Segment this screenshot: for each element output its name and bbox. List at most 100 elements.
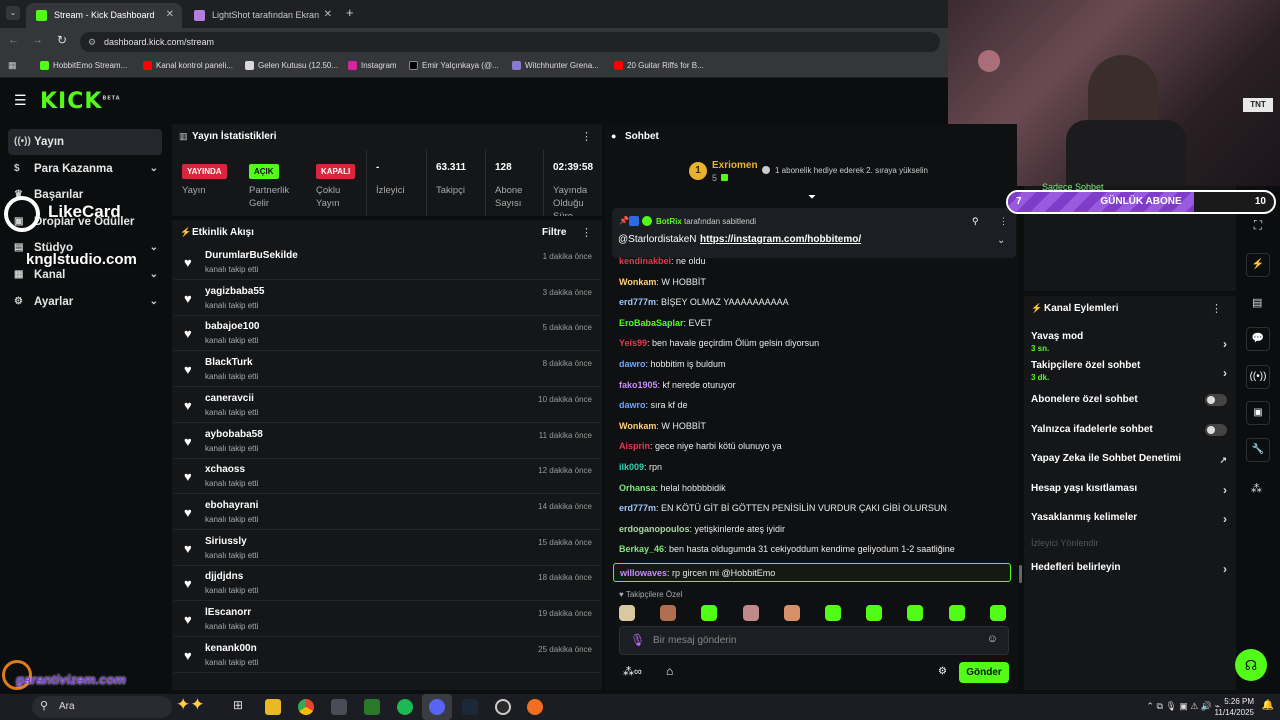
leader-name[interactable]: Exriomen: [712, 160, 758, 171]
emote-icon[interactable]: [701, 605, 718, 621]
bookmark-hobbitemo[interactable]: HobbitEmo Stream...: [40, 61, 127, 70]
emote-icon[interactable]: [907, 605, 924, 621]
more-options-icon[interactable]: ⋮: [581, 130, 592, 143]
reload-icon[interactable]: ↻: [57, 33, 67, 47]
activity-username[interactable]: babajoe100: [205, 321, 259, 332]
file-explorer-icon[interactable]: [265, 699, 281, 715]
chat-rail-icon[interactable]: 💬: [1246, 327, 1270, 351]
chat-username[interactable]: Wonkam: [619, 277, 656, 287]
fullscreen-icon[interactable]: ⛶: [1244, 218, 1272, 233]
chat-username[interactable]: kendinakbei: [619, 256, 671, 266]
community-icon[interactable]: ⁂: [1251, 482, 1262, 495]
tray-icons[interactable]: ⌃ ⧉ 🎙 ▣ ⚠ 🔊 ⌁: [1146, 701, 1220, 712]
chat-username[interactable]: Orhansa: [619, 483, 656, 493]
activity-row[interactable]: ♥ yagizbaba55 kanalı takip etti 3 dakika ön…: [174, 281, 600, 316]
bookmark-kanal[interactable]: Kanal kontrol paneli...: [143, 61, 233, 70]
channel-action-item[interactable]: Hedefleri belirleyin ›: [1031, 562, 1231, 576]
collapse-icon[interactable]: ⏷: [808, 192, 816, 203]
channel-action-item[interactable]: Abonelere özel sohbet: [1031, 394, 1231, 406]
quick-action-icon[interactable]: ⚡: [1246, 253, 1270, 277]
emote-icon[interactable]: [783, 605, 800, 621]
toggle-switch[interactable]: [1205, 424, 1227, 436]
activity-username[interactable]: yagizbaba55: [205, 286, 264, 297]
chat-username[interactable]: Wonkam: [619, 421, 656, 431]
activity-row[interactable]: ♥ babajoe100 kanalı takip etti 5 dakika önc…: [174, 316, 600, 352]
bookmark-guitar[interactable]: 20 Guitar Riffs for B...: [614, 61, 704, 70]
chat-username[interactable]: fako1905: [619, 380, 658, 390]
chat-scrollbar[interactable]: [1019, 565, 1022, 583]
activity-username[interactable]: Siriussly: [205, 536, 247, 547]
notes-icon[interactable]: ▤: [1252, 296, 1262, 309]
chat-input[interactable]: 🎙 Bir mesaj gönderin ☺: [619, 626, 1009, 655]
obs-icon[interactable]: [495, 699, 511, 715]
activity-row[interactable]: ♥ DurumlarBuSekilde kanalı takip etti 1 dak…: [174, 245, 600, 280]
store-icon[interactable]: ⌂: [666, 664, 673, 678]
site-info-icon[interactable]: ⚙: [88, 32, 96, 52]
more-options-icon[interactable]: ⋮: [581, 226, 592, 239]
bookmark-instagram[interactable]: Instagram: [348, 61, 397, 70]
chat-username[interactable]: erd777m: [619, 503, 656, 513]
bookmark-emir[interactable]: Emir Yalçınkaya (@...: [409, 61, 499, 70]
layout-rail-icon[interactable]: ▣: [1246, 401, 1270, 425]
activity-username[interactable]: BlackTurk: [205, 357, 253, 368]
tab-kick-dashboard[interactable]: Stream - Kick Dashboard ✕: [26, 3, 182, 28]
activity-username[interactable]: lEscanorr: [205, 607, 251, 618]
chat-username[interactable]: erdoganopoulos: [619, 524, 690, 534]
close-tab-icon[interactable]: ✕: [166, 3, 174, 27]
back-icon[interactable]: ←: [8, 34, 19, 46]
more-options-icon[interactable]: ⋮: [999, 216, 1008, 227]
sidebar-item-ayarlar[interactable]: ⚙ Ayarlar ⌄: [8, 289, 162, 315]
activity-row[interactable]: ♥ lEscanorr kanalı takip etti 19 dakika önc…: [174, 602, 600, 637]
activity-username[interactable]: DurumlarBuSekilde: [205, 250, 298, 261]
menu-hamburger-icon[interactable]: ☰: [14, 92, 27, 109]
support-icon[interactable]: ☊: [1235, 649, 1267, 681]
xbox-icon[interactable]: [331, 699, 347, 715]
url-bar[interactable]: ⚙ dashboard.kick.com/stream: [80, 32, 940, 52]
emote-icon[interactable]: [619, 605, 635, 621]
activity-row[interactable]: ♥ kenank00n kanalı takip etti 25 dakika önc…: [174, 638, 600, 673]
taskbar-search[interactable]: ⚲ Ara: [32, 696, 172, 718]
chat-username[interactable]: Aisprin: [619, 441, 650, 451]
tools-rail-icon[interactable]: 🔧: [1246, 438, 1270, 462]
notifications-icon[interactable]: 🔔: [1262, 700, 1274, 711]
channel-action-item[interactable]: Yavaş mod 3 sn. ›: [1031, 331, 1231, 353]
tab-list-icon[interactable]: ⌄: [6, 6, 20, 20]
spotify-icon[interactable]: [397, 699, 413, 715]
activity-username[interactable]: xchaoss: [205, 464, 245, 475]
emote-icon[interactable]: [825, 605, 841, 621]
chrome-icon[interactable]: [298, 699, 314, 715]
channel-action-item[interactable]: Hesap yaşı kısıtlaması ›: [1031, 483, 1231, 497]
channel-action-item[interactable]: Yalnızca ifadelerle sohbet: [1031, 424, 1231, 436]
emote-icon[interactable]: [989, 605, 1006, 621]
sidebar-item-para-kazanma[interactable]: $ Para Kazanma ⌄: [8, 156, 162, 182]
emote-icon[interactable]: [948, 605, 965, 621]
discord-icon[interactable]: [429, 699, 445, 715]
send-button[interactable]: Gönder: [959, 662, 1009, 683]
activity-row[interactable]: ♥ BlackTurk kanalı takip etti 8 dakika önce: [174, 352, 600, 388]
activity-row[interactable]: ♥ aybobaba58 kanalı takip etti 11 dakika ön…: [174, 424, 600, 459]
channel-action-item[interactable]: Yapay Zeka ile Sohbet Denetimi ↗: [1031, 453, 1231, 465]
forward-icon[interactable]: →: [32, 34, 43, 46]
task-view-icon[interactable]: ⊞: [233, 698, 243, 712]
activity-username[interactable]: aybobaba58: [205, 429, 263, 440]
activity-username[interactable]: caneravcii: [205, 393, 254, 404]
activity-row[interactable]: ♥ xchaoss kanalı takip etti 12 dakika önce: [174, 459, 600, 495]
emote-icon[interactable]: [660, 605, 677, 621]
tab-lightshot[interactable]: LightShot tarafından Ekran Gör... ✕: [184, 3, 340, 44]
kick-studio-icon[interactable]: [364, 699, 380, 715]
activity-username[interactable]: kenank00n: [205, 643, 257, 654]
chevron-down-icon[interactable]: ⌄: [997, 235, 1005, 246]
activity-row[interactable]: ♥ caneravcii kanalı takip etti 10 dakika ön…: [174, 388, 600, 423]
emote-icon[interactable]: [866, 605, 883, 621]
microphone-icon[interactable]: 🎙: [630, 633, 645, 647]
chat-username[interactable]: erd777m: [619, 297, 656, 307]
channel-action-item[interactable]: Takipçilere özel sohbet 3 dk. ›: [1031, 360, 1231, 382]
chat-username[interactable]: willowaves: [620, 568, 667, 578]
chat-username[interactable]: dawro: [619, 400, 646, 410]
channel-action-item[interactable]: Yasaklanmış kelimeler ›: [1031, 512, 1231, 526]
steam-icon[interactable]: [462, 699, 478, 715]
clock[interactable]: 5:26 PM 11/14/2025: [1215, 696, 1254, 718]
emoji-icon[interactable]: ☺: [987, 633, 998, 645]
activity-row[interactable]: ♥ djjdjdns kanalı takip etti 18 dakika önce: [174, 566, 600, 602]
more-options-icon[interactable]: ⋮: [1211, 302, 1222, 315]
